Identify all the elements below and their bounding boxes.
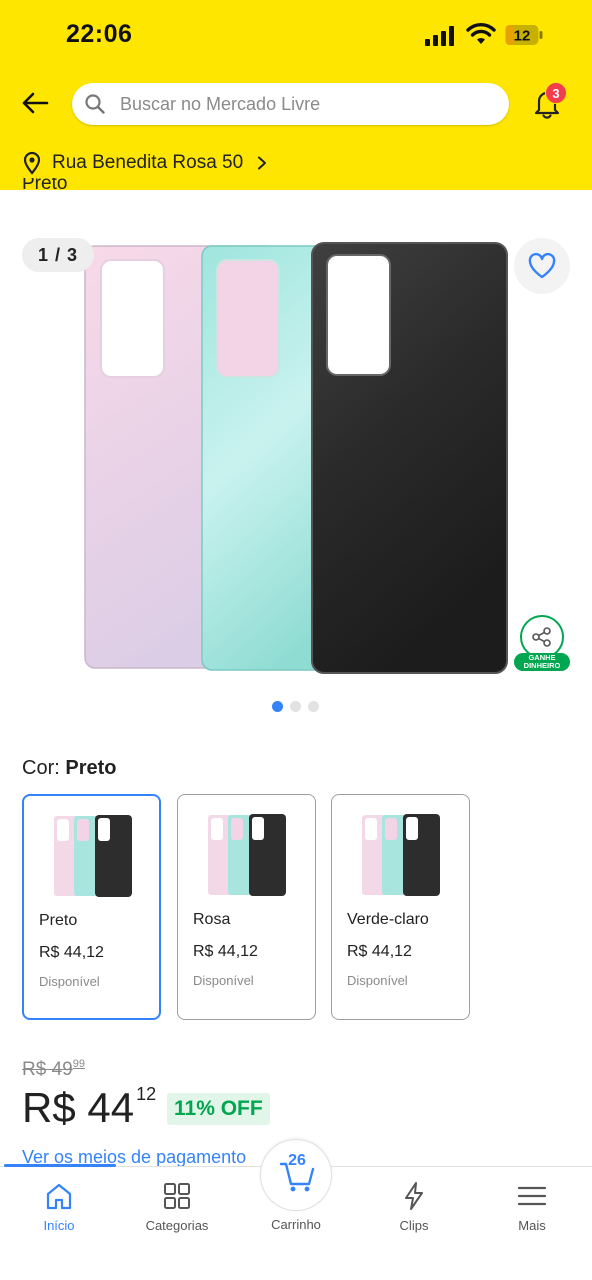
variant-stock: Disponível [347,973,408,988]
image-pagination [272,701,319,712]
search-input[interactable] [120,83,490,125]
variant-name: Rosa [193,911,231,928]
nav-label: Início [43,1218,75,1233]
arrow-left-icon [22,92,49,114]
battery-level: 12 [514,28,531,45]
variant-name: Preto [39,912,78,929]
nav-item-mais[interactable]: Mais [477,1181,587,1241]
favorite-button[interactable] [514,238,570,294]
pagination-dot-active[interactable] [272,701,283,712]
bottom-navigation: Início Categorias 26 Carrinho Clips Mais [0,1139,592,1280]
home-icon [46,1183,72,1210]
nav-item-clips[interactable]: Clips [359,1181,469,1241]
menu-icon [517,1186,547,1206]
share-earn-label: GANHE DINHEIRO [514,653,570,671]
color-label: Cor: Preto [22,757,116,780]
variant-name: Verde-claro [347,911,429,928]
current-price-main: R$ 44 [22,1084,135,1131]
share-icon [532,627,551,647]
grid-icon [164,1183,190,1209]
current-price-cents: 12 [136,1084,157,1104]
pagination-dot[interactable] [290,701,301,712]
variant-stock: Disponível [39,974,100,989]
search-icon [85,94,105,114]
image-counter: 1 / 3 [22,238,94,272]
back-button[interactable] [18,86,52,120]
variant-label-partial: Preto [22,178,68,194]
chevron-right-icon [258,156,267,170]
variant-price: R$ 44,12 [347,943,412,960]
address-text: Rua Benedita Rosa 50 [52,152,244,173]
variant-thumbnail [208,814,286,896]
share-earn-button[interactable]: GANHE DINHEIRO [514,615,570,671]
nav-label-carrinho[interactable]: Carrinho [241,1217,351,1232]
notification-badge: 3 [545,82,567,104]
variant-card-rosa[interactable]: Rosa R$ 44,12 Disponível [177,794,316,1020]
cellular-signal-icon [425,26,454,46]
product-image[interactable] [82,238,512,678]
discount-badge: 11% OFF [167,1093,270,1125]
nav-label: Mais [518,1218,546,1233]
nav-label: Clips [399,1218,429,1233]
original-price: R$ 4999 [22,1058,85,1081]
cart-button[interactable]: 26 [260,1139,332,1211]
variant-stock: Disponível [193,973,254,988]
active-tab-indicator [4,1164,116,1167]
nav-item-categorias[interactable]: Categorias [122,1181,232,1241]
original-price-main: R$ 49 [22,1059,73,1080]
wifi-icon [466,23,496,44]
search-bar[interactable] [72,83,509,125]
color-label-prefix: Cor: [22,757,60,779]
original-price-cents: 99 [72,1058,85,1070]
battery-icon: 12 [505,25,543,45]
variant-card-verde-claro[interactable]: Verde-claro R$ 44,12 Disponível [331,794,470,1020]
current-price: R$ 44 12 [22,1084,156,1132]
status-time: 22:06 [66,20,133,48]
variant-thumbnail [362,814,440,896]
nav-label: Categorias [145,1218,209,1233]
variant-price: R$ 44,12 [39,944,104,961]
heart-icon [528,253,556,279]
color-label-selected: Preto [65,757,117,779]
pagination-dot[interactable] [308,701,319,712]
variant-thumbnail [54,815,132,897]
location-pin-icon [23,151,41,175]
variant-price: R$ 44,12 [193,943,258,960]
clips-icon [405,1182,423,1210]
variant-card-preto[interactable]: Preto R$ 44,12 Disponível [22,794,161,1020]
nav-item-inicio[interactable]: Início [4,1181,114,1241]
app-header: 22:06 12 3 Rua Be [0,0,592,190]
cart-icon [279,1162,315,1192]
address-selector[interactable]: Rua Benedita Rosa 50 [22,149,269,177]
